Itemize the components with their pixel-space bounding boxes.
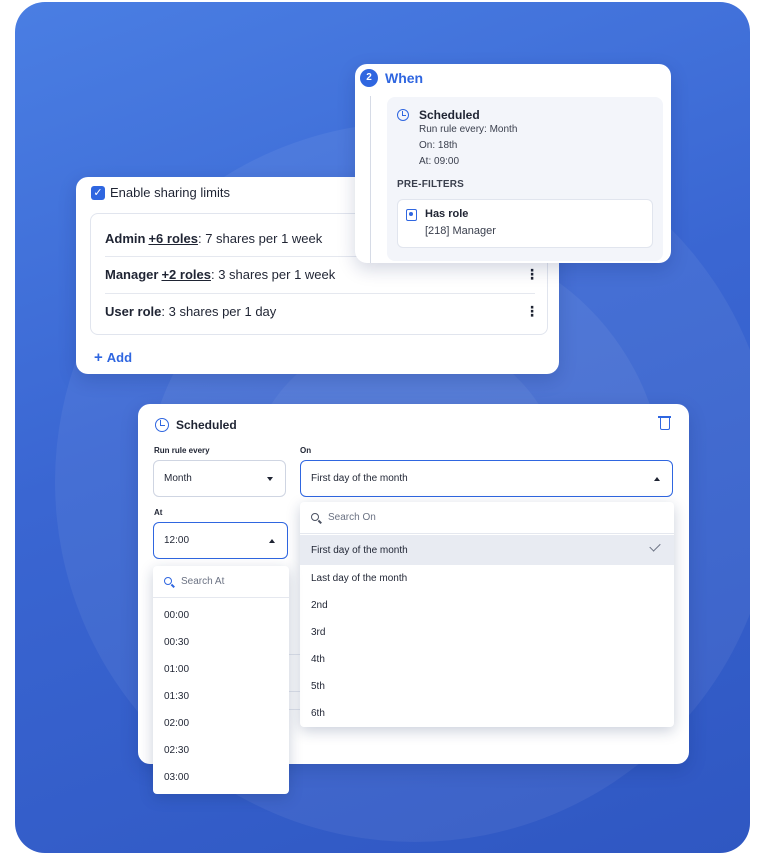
enable-sharing-checkbox[interactable]: ✓: [91, 186, 105, 200]
has-role-filter[interactable]: Has role [218] Manager: [397, 199, 653, 248]
more-options-icon[interactable]: ⋮: [525, 266, 539, 283]
has-role-label: Has role: [425, 208, 469, 220]
schedule-summary[interactable]: Scheduled Run rule every: Month On: 18th…: [387, 97, 663, 261]
on-search-placeholder: Search On: [328, 512, 376, 523]
on-option[interactable]: 4th: [300, 646, 674, 673]
on-option[interactable]: Last day of the month: [300, 565, 674, 592]
chevron-up-icon: [654, 477, 660, 481]
step-connector-line: [370, 96, 371, 263]
id-badge-icon: [406, 209, 417, 221]
clock-icon: [155, 418, 169, 432]
run-every-value: Month: [164, 473, 192, 484]
role-name: User role: [105, 304, 162, 319]
at-search-placeholder: Search At: [181, 576, 225, 587]
enable-sharing-label: Enable sharing limits: [110, 185, 230, 200]
on-value: First day of the month: [311, 473, 408, 484]
role-extra-link[interactable]: +6 roles: [148, 231, 198, 246]
schedule-summary-title: Scheduled: [419, 108, 480, 122]
plus-icon: +: [94, 349, 103, 366]
at-option[interactable]: 01:00: [153, 656, 289, 683]
search-icon: [164, 577, 172, 585]
on-dropdown-menu: Search On First day of the month Last da…: [300, 502, 674, 727]
divider: [288, 709, 300, 710]
checkmark-icon: [649, 540, 661, 552]
on-option[interactable]: 5th: [300, 673, 674, 700]
on-option[interactable]: 2nd: [300, 592, 674, 619]
divider: [288, 654, 300, 655]
run-every-select[interactable]: Month: [153, 460, 286, 497]
divider: [288, 691, 300, 692]
trash-icon[interactable]: [658, 416, 671, 430]
clock-icon: [397, 109, 409, 121]
step-number-badge: 2: [360, 69, 378, 87]
when-title: When: [385, 70, 424, 86]
chevron-up-icon: [269, 539, 275, 543]
on-select[interactable]: First day of the month: [300, 460, 673, 497]
option-label: First day of the month: [311, 544, 408, 556]
chevron-down-icon: [267, 477, 273, 481]
role-limit-text: : 3 shares per 1 week: [210, 267, 336, 282]
at-option[interactable]: 02:30: [153, 737, 289, 764]
role-extra-link[interactable]: +2 roles: [161, 267, 211, 282]
at-dropdown-menu: Search At 00:00 00:30 01:00 01:30 02:00 …: [153, 566, 289, 794]
at-value: 12:00: [164, 535, 190, 546]
schedule-at-line: At: 09:00: [419, 156, 460, 167]
at-search-input[interactable]: Search At: [153, 566, 289, 598]
role-limit-text: : 7 shares per 1 week: [197, 230, 323, 246]
has-role-value: [218] Manager: [425, 225, 496, 237]
on-option[interactable]: First day of the month: [300, 535, 674, 565]
on-option[interactable]: 6th: [300, 700, 674, 727]
at-option[interactable]: 00:30: [153, 629, 289, 656]
at-option[interactable]: 03:00: [153, 764, 289, 791]
on-search-input[interactable]: Search On: [300, 502, 674, 534]
at-option[interactable]: 00:00: [153, 602, 289, 629]
role-name: Admin: [105, 230, 146, 246]
role-limit-text: : 3 shares per 1 day: [161, 304, 277, 319]
at-option[interactable]: 02:00: [153, 710, 289, 737]
role-name: Manager: [105, 267, 159, 282]
when-card: 2 When Scheduled Run rule every: Month O…: [355, 64, 671, 263]
on-label: On: [300, 446, 312, 455]
at-label: At: [154, 508, 163, 517]
add-button[interactable]: + Add: [94, 349, 132, 366]
schedule-on-line: On: 18th: [419, 140, 458, 151]
at-select[interactable]: 12:00: [153, 522, 288, 559]
schedule-run-line: Run rule every: Month: [419, 124, 518, 135]
on-option[interactable]: 3rd: [300, 619, 674, 646]
search-icon: [311, 513, 319, 521]
prefilters-heading: PRE-FILTERS: [397, 179, 465, 190]
run-every-label: Run rule every: [154, 446, 210, 455]
role-row-user[interactable]: User role : 3 shares per 1 day ⋮: [105, 293, 539, 329]
more-options-icon[interactable]: ⋮: [525, 303, 539, 320]
scheduled-title: Scheduled: [176, 418, 237, 432]
add-label: Add: [106, 350, 133, 365]
at-option[interactable]: 01:30: [153, 683, 289, 710]
